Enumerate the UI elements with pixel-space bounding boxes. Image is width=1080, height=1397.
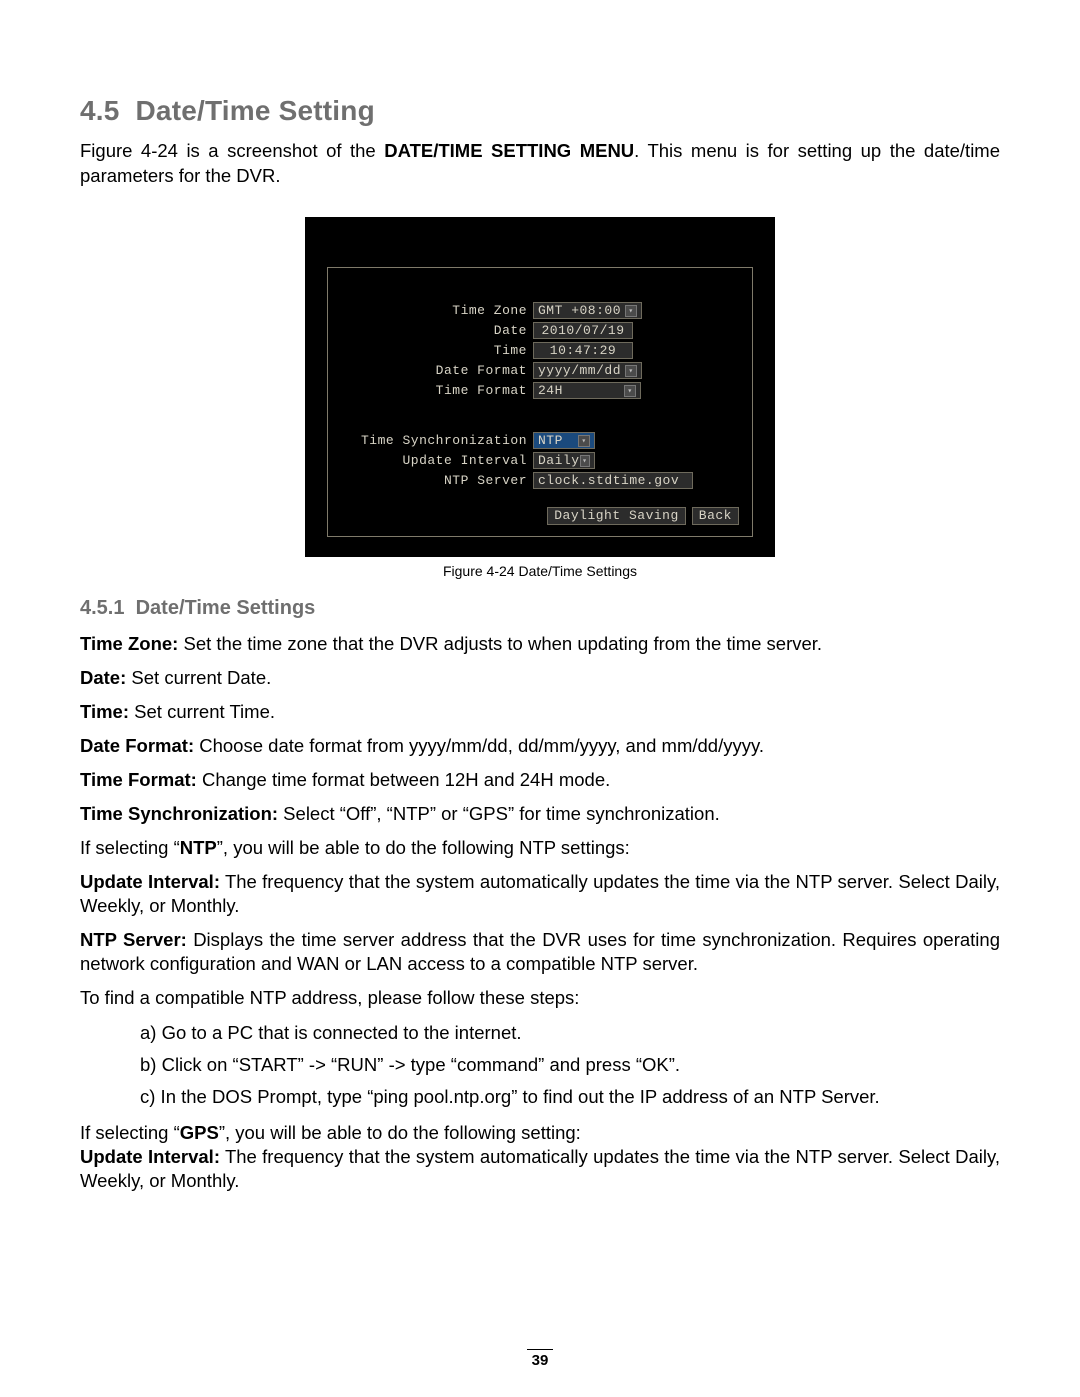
field-timezone[interactable]: GMT +08:00▾ bbox=[533, 302, 642, 319]
def-ntpserver-text: Displays the time server address that th… bbox=[80, 929, 1000, 974]
field-ntp[interactable]: clock.stdtime.gov bbox=[533, 472, 693, 489]
def-sync-text: Select “Off”, “NTP” or “GPS” for time sy… bbox=[278, 803, 720, 824]
section-title-text: Date/Time Setting bbox=[136, 95, 375, 126]
document-page: 4.5 Date/Time Setting Figure 4-24 is a s… bbox=[0, 0, 1080, 1243]
def-date-text: Set current Date. bbox=[126, 667, 271, 688]
row-date: Date 2010/07/19 bbox=[343, 321, 693, 341]
ntp-select-prefix: If selecting “ bbox=[80, 837, 180, 858]
def-update2-label: Update Interval: bbox=[80, 1146, 220, 1167]
section-number: 4.5 bbox=[80, 95, 120, 126]
row-time: Time 10:47:29 bbox=[343, 341, 693, 361]
label-interval: Update Interval bbox=[343, 453, 533, 468]
def-time-label: Time: bbox=[80, 701, 129, 722]
step-a: a) Go to a PC that is connected to the i… bbox=[140, 1021, 1000, 1045]
back-button[interactable]: Back bbox=[692, 507, 739, 525]
label-sync: Time Synchronization bbox=[343, 433, 533, 448]
chevron-down-icon: ▾ bbox=[624, 385, 636, 397]
def-date: Date: Set current Date. bbox=[80, 666, 1000, 690]
ntp-bold: NTP bbox=[180, 837, 217, 858]
def-timezone-label: Time Zone: bbox=[80, 633, 178, 654]
field-sync[interactable]: NTP▾ bbox=[533, 432, 595, 449]
row-timeformat: Time Format 24H▾ bbox=[343, 381, 693, 401]
dvr-button-row: Daylight Saving Back bbox=[547, 507, 739, 525]
subsection-heading: 4.5.1 Date/Time Settings bbox=[80, 597, 1000, 620]
chevron-down-icon: ▾ bbox=[625, 365, 637, 377]
label-dateformat: Date Format bbox=[343, 363, 533, 378]
def-sync-label: Time Synchronization: bbox=[80, 803, 278, 824]
def-dateformat-label: Date Format: bbox=[80, 735, 194, 756]
row-interval: Update Interval Daily▾ bbox=[343, 451, 693, 471]
def-time-text: Set current Time. bbox=[129, 701, 275, 722]
page-number: 39 bbox=[0, 1349, 1080, 1369]
label-time: Time bbox=[343, 343, 533, 358]
gps-select-prefix: If selecting “ bbox=[80, 1122, 180, 1143]
def-timeformat: Time Format: Change time format between … bbox=[80, 768, 1000, 792]
def-update-interval-2: Update Interval: The frequency that the … bbox=[80, 1145, 1000, 1193]
subsection-number: 4.5.1 bbox=[80, 597, 124, 619]
ntp-steps: a) Go to a PC that is connected to the i… bbox=[80, 1021, 1000, 1109]
figure-screenshot: Date/Time - Date/Time Settings ➤ Time Zo… bbox=[305, 217, 775, 557]
def-time: Time: Set current Time. bbox=[80, 700, 1000, 724]
intro-prefix: Figure 4-24 is a screenshot of the bbox=[80, 140, 384, 161]
def-dateformat-text: Choose date format from yyyy/mm/dd, dd/m… bbox=[194, 735, 764, 756]
find-ntp-intro: To find a compatible NTP address, please… bbox=[80, 986, 1000, 1010]
field-dateformat[interactable]: yyyy/mm/dd▾ bbox=[533, 362, 642, 379]
def-timezone: Time Zone: Set the time zone that the DV… bbox=[80, 632, 1000, 656]
field-time[interactable]: 10:47:29 bbox=[533, 342, 633, 359]
def-update-label: Update Interval: bbox=[80, 871, 220, 892]
def-sync: Time Synchronization: Select “Off”, “NTP… bbox=[80, 802, 1000, 826]
chevron-down-icon: ▾ bbox=[578, 435, 590, 447]
def-ntpserver-label: NTP Server: bbox=[80, 929, 187, 950]
gps-select-line: If selecting “GPS”, you will be able to … bbox=[80, 1121, 1000, 1145]
def-timezone-text: Set the time zone that the DVR adjusts t… bbox=[178, 633, 822, 654]
def-dateformat: Date Format: Choose date format from yyy… bbox=[80, 734, 1000, 758]
field-date[interactable]: 2010/07/19 bbox=[533, 322, 633, 339]
def-ntpserver: NTP Server: Displays the time server add… bbox=[80, 928, 1000, 976]
step-b: b) Click on “START” -> “RUN” -> type “co… bbox=[140, 1053, 1000, 1077]
section-heading: 4.5 Date/Time Setting bbox=[80, 95, 1000, 127]
label-timeformat: Time Format bbox=[343, 383, 533, 398]
step-c: c) In the DOS Prompt, type “ping pool.nt… bbox=[140, 1085, 1000, 1109]
label-timezone: Time Zone bbox=[343, 303, 533, 318]
intro-menu-name: DATE/TIME SETTING MENU bbox=[384, 140, 634, 161]
label-ntp: NTP Server bbox=[343, 473, 533, 488]
subsection-title-text: Date/Time Settings bbox=[136, 597, 316, 619]
def-timeformat-label: Time Format: bbox=[80, 769, 197, 790]
gps-bold: GPS bbox=[180, 1122, 219, 1143]
gps-select-suffix: ”, you will be able to do the following … bbox=[219, 1122, 581, 1143]
label-date: Date bbox=[343, 323, 533, 338]
field-timeformat[interactable]: 24H▾ bbox=[533, 382, 641, 399]
daylight-saving-button[interactable]: Daylight Saving bbox=[547, 507, 686, 525]
ntp-select-suffix: ”, you will be able to do the following … bbox=[217, 837, 630, 858]
dvr-screen: Date/Time - Date/Time Settings ➤ Time Zo… bbox=[305, 217, 775, 557]
intro-paragraph: Figure 4-24 is a screenshot of the DATE/… bbox=[80, 139, 1000, 189]
def-timeformat-text: Change time format between 12H and 24H m… bbox=[197, 769, 610, 790]
row-gap bbox=[343, 401, 693, 431]
row-sync: Time Synchronization NTP▾ bbox=[343, 431, 693, 451]
row-timezone: Time Zone GMT +08:00▾ bbox=[343, 301, 693, 321]
row-dateformat: Date Format yyyy/mm/dd▾ bbox=[343, 361, 693, 381]
field-interval[interactable]: Daily▾ bbox=[533, 452, 595, 469]
row-ntp: NTP Server clock.stdtime.gov bbox=[343, 471, 693, 491]
def-date-label: Date: bbox=[80, 667, 126, 688]
chevron-down-icon: ▾ bbox=[580, 455, 590, 467]
figure-caption: Figure 4-24 Date/Time Settings bbox=[80, 563, 1000, 579]
def-update-interval: Update Interval: The frequency that the … bbox=[80, 870, 1000, 918]
dvr-form: Time Zone GMT +08:00▾ Date 2010/07/19 Ti… bbox=[343, 301, 693, 491]
chevron-down-icon: ▾ bbox=[625, 305, 637, 317]
ntp-select-line: If selecting “NTP”, you will be able to … bbox=[80, 836, 1000, 860]
